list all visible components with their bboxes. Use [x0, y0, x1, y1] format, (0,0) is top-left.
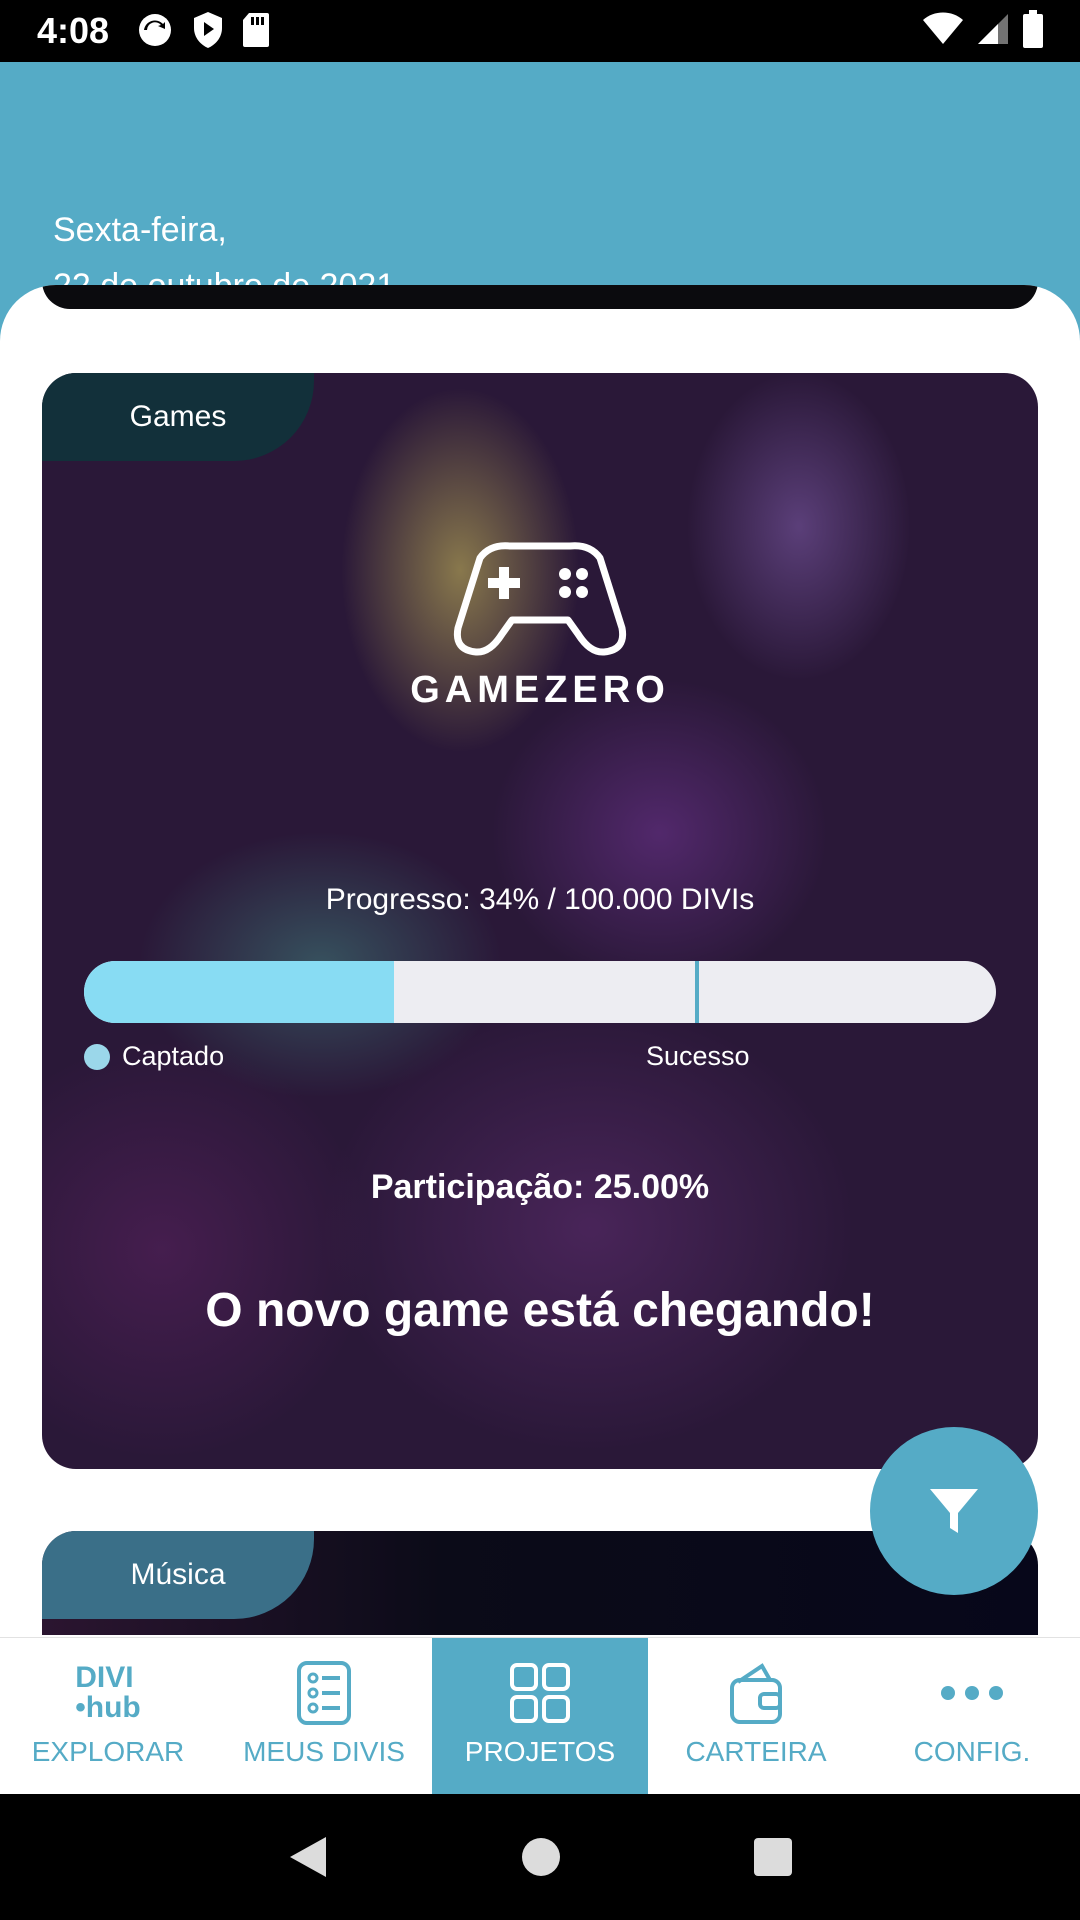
nav-carteira-label: CARTEIRA [685, 1736, 827, 1767]
battery-icon [1023, 10, 1043, 48]
status-icons-left [135, 10, 271, 50]
wifi-icon [923, 12, 963, 44]
grid-icon [509, 1658, 571, 1728]
legend-dot [84, 1043, 110, 1070]
project-tagline: O novo game está chegando! [205, 1284, 875, 1337]
status-icons-right [922, 10, 1044, 48]
shield-play-icon [194, 12, 222, 48]
sd-card-icon [243, 13, 269, 47]
project-list[interactable]: Games GAMEZERO Progresso: 34% / 100.000 … [0, 285, 1080, 1635]
status-time: 4:08 [37, 10, 110, 51]
nav-meus-divis[interactable]: MEUS DIVIS [216, 1638, 432, 1795]
nav-explorar-label: EXPLORAR [31, 1736, 185, 1767]
progress-bar [84, 961, 996, 1023]
legend-captado: Captado [84, 1041, 224, 1072]
progress-fill [84, 961, 395, 1023]
list-icon [296, 1658, 352, 1728]
legend-sucesso-label: Sucesso [646, 1041, 750, 1071]
legend-captado-label: Captado [122, 1041, 225, 1071]
nav-config[interactable]: CONFIG. [864, 1638, 1080, 1795]
nav-explorar[interactable]: DIVI •hub EXPLORAR [0, 1638, 216, 1795]
nav-config-label: CONFIG. [913, 1736, 1031, 1767]
signal-icon [978, 14, 1008, 44]
logo-line1: DIVI [75, 1661, 134, 1694]
category-tab-games: Games [42, 373, 314, 461]
home-icon[interactable] [520, 1836, 562, 1878]
header-weekday: Sexta-feira, [53, 211, 227, 249]
participation-text: Participação: 25.00% [370, 1168, 710, 1206]
sync-icon [139, 14, 171, 46]
filter-button[interactable] [870, 1427, 1038, 1595]
project-logo: GAMEZERO [42, 538, 1038, 712]
filter-icon [930, 1489, 978, 1533]
gamepad-icon [453, 542, 627, 656]
previous-card-edge [42, 285, 1038, 309]
android-nav-bar [0, 1794, 1080, 1920]
progress-label: Progresso: 34% / 100.000 DIVIs [325, 883, 755, 916]
nav-projetos[interactable]: PROJETOS [432, 1638, 648, 1795]
status-bar: 4:08 [0, 0, 1080, 62]
nav-meus-divis-label: MEUS DIVIS [243, 1736, 405, 1767]
category-tab-music: Música [42, 1531, 314, 1619]
divi-hub-logo-icon: DIVI •hub [75, 1658, 140, 1728]
recents-icon[interactable] [752, 1836, 794, 1878]
bottom-nav: DIVI •hub EXPLORAR MEUS DIVIS PROJETOS C… [0, 1637, 1080, 1795]
project-logo-text: GAMEZERO [410, 669, 670, 711]
more-icon [939, 1658, 1005, 1728]
nav-projetos-label: PROJETOS [464, 1736, 616, 1767]
project-card-games[interactable]: Games GAMEZERO Progresso: 34% / 100.000 … [42, 373, 1038, 1469]
nav-carteira[interactable]: CARTEIRA [648, 1638, 864, 1795]
wallet-icon [728, 1658, 784, 1728]
logo-line2: •hub [75, 1691, 141, 1724]
success-marker [695, 961, 700, 1023]
back-icon[interactable] [286, 1833, 330, 1881]
